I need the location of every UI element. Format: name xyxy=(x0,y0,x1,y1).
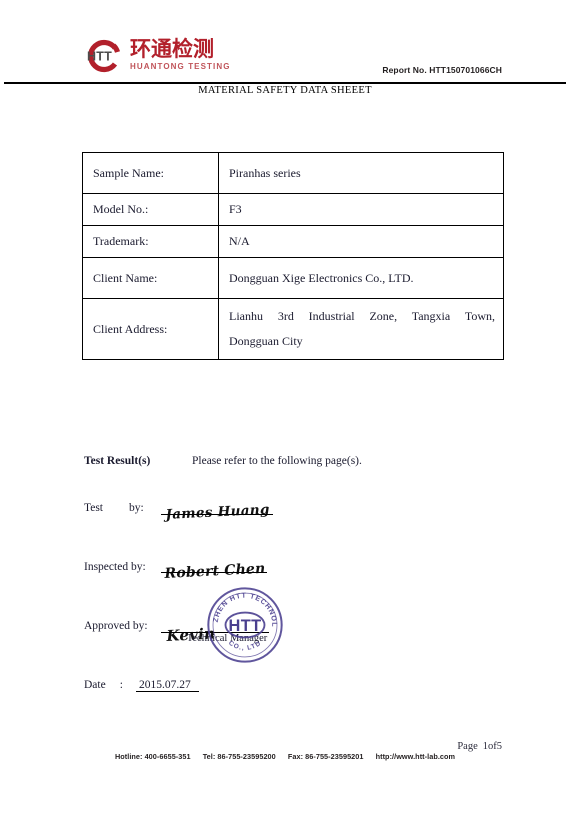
date-colon: : xyxy=(119,679,123,691)
inspected-by-row: Inspected by: xyxy=(84,561,146,573)
footer-fax: Fax: 86-755-23595201 xyxy=(287,752,364,761)
header-divider xyxy=(4,82,566,84)
company-logo: HTT 环通检测 HUANTONG TESTING xyxy=(82,38,231,74)
row-label-client-address: Client Address: xyxy=(82,298,219,360)
row-value-client-name: Dongguan Xige Electronics Co., LTD. xyxy=(218,257,504,299)
test-result-text: Please refer to the following page(s). xyxy=(192,455,362,467)
footer-contact-info: Hotline: 400-6655-351 Tel: 86-755-235952… xyxy=(0,752,570,761)
test-by-label-by: by: xyxy=(129,502,144,514)
approved-by-title: Technical Manager xyxy=(186,633,268,644)
date-label: Date xyxy=(84,679,106,691)
table-row: Model No.: F3 xyxy=(82,193,504,226)
page-number-value: 1of5 xyxy=(482,741,502,752)
page-number-label: Page xyxy=(457,741,478,752)
report-number: Report No. HTT150701066CH xyxy=(382,65,502,75)
row-value-client-address: Lianhu 3rd Industrial Zone, Tangxia Town… xyxy=(218,298,504,360)
logo-chinese-name: 环通检测 xyxy=(130,37,214,61)
approved-by-label: Approved by: xyxy=(84,620,148,632)
date-underline xyxy=(136,691,199,692)
sample-info-table: Sample Name: Piranhas series Model No.: … xyxy=(82,152,504,360)
approved-by-row: Approved by: xyxy=(84,620,148,632)
table-row: Client Name: Dongguan Xige Electronics C… xyxy=(82,257,504,299)
inspected-by-label: Inspected by: xyxy=(84,561,146,573)
page-number: Page 1of5 xyxy=(457,741,502,752)
company-seal-stamp: SHENZHEN HTT TECHNOLOGY CO., LTD HTT xyxy=(206,586,284,664)
table-row: Trademark: N/A xyxy=(82,225,504,258)
footer-tel: Tel: 86-755-23595200 xyxy=(202,752,276,761)
row-value-sample-name: Piranhas series xyxy=(218,152,504,194)
row-label-client-name: Client Name: xyxy=(82,257,219,299)
test-by-label-word: Test xyxy=(84,502,103,514)
test-result-row: Test Result(s) Please refer to the follow… xyxy=(84,455,504,467)
document-title: MATERIAL SAFETY DATA SHEEET xyxy=(198,85,372,96)
test-by-signature-line xyxy=(161,514,273,515)
date-value: 2015.07.27 xyxy=(139,679,191,691)
svg-text:HTT: HTT xyxy=(87,50,112,64)
svg-text:SHENZHEN HTT TECHNOLOGY: SHENZHEN HTT TECHNOLOGY xyxy=(206,586,278,628)
row-value-trademark: N/A xyxy=(218,225,504,258)
footer-website: http://www.htt-lab.com xyxy=(375,752,456,761)
test-by-signature: James Huang xyxy=(165,501,271,523)
table-row: Sample Name: Piranhas series xyxy=(82,152,504,194)
row-label-trademark: Trademark: xyxy=(82,225,219,258)
test-result-label: Test Result(s) xyxy=(84,455,151,467)
table-row: Client Address: Lianhu 3rd Industrial Zo… xyxy=(82,298,504,360)
row-label-sample-name: Sample Name: xyxy=(82,152,219,194)
row-value-model-no: F3 xyxy=(218,193,504,226)
logo-english-name: HUANTONG TESTING xyxy=(130,62,231,71)
document-page: HTT 环通检测 HUANTONG TESTING Report No. HTT… xyxy=(0,0,570,815)
htt-logo-icon: HTT xyxy=(82,38,128,74)
footer-hotline: Hotline: 400-6655-351 xyxy=(114,752,191,761)
date-row: Date: xyxy=(84,679,123,691)
client-address-line-2: Dongguan City xyxy=(229,334,303,348)
row-label-model-no: Model No.: xyxy=(82,193,219,226)
test-by-row: Test by: xyxy=(84,502,144,514)
inspected-by-signature-line xyxy=(161,572,267,573)
page-header: HTT 环通检测 HUANTONG TESTING Report No. HTT… xyxy=(0,0,570,96)
client-address-line-1: Lianhu 3rd Industrial Zone, Tangxia Town… xyxy=(229,309,495,323)
